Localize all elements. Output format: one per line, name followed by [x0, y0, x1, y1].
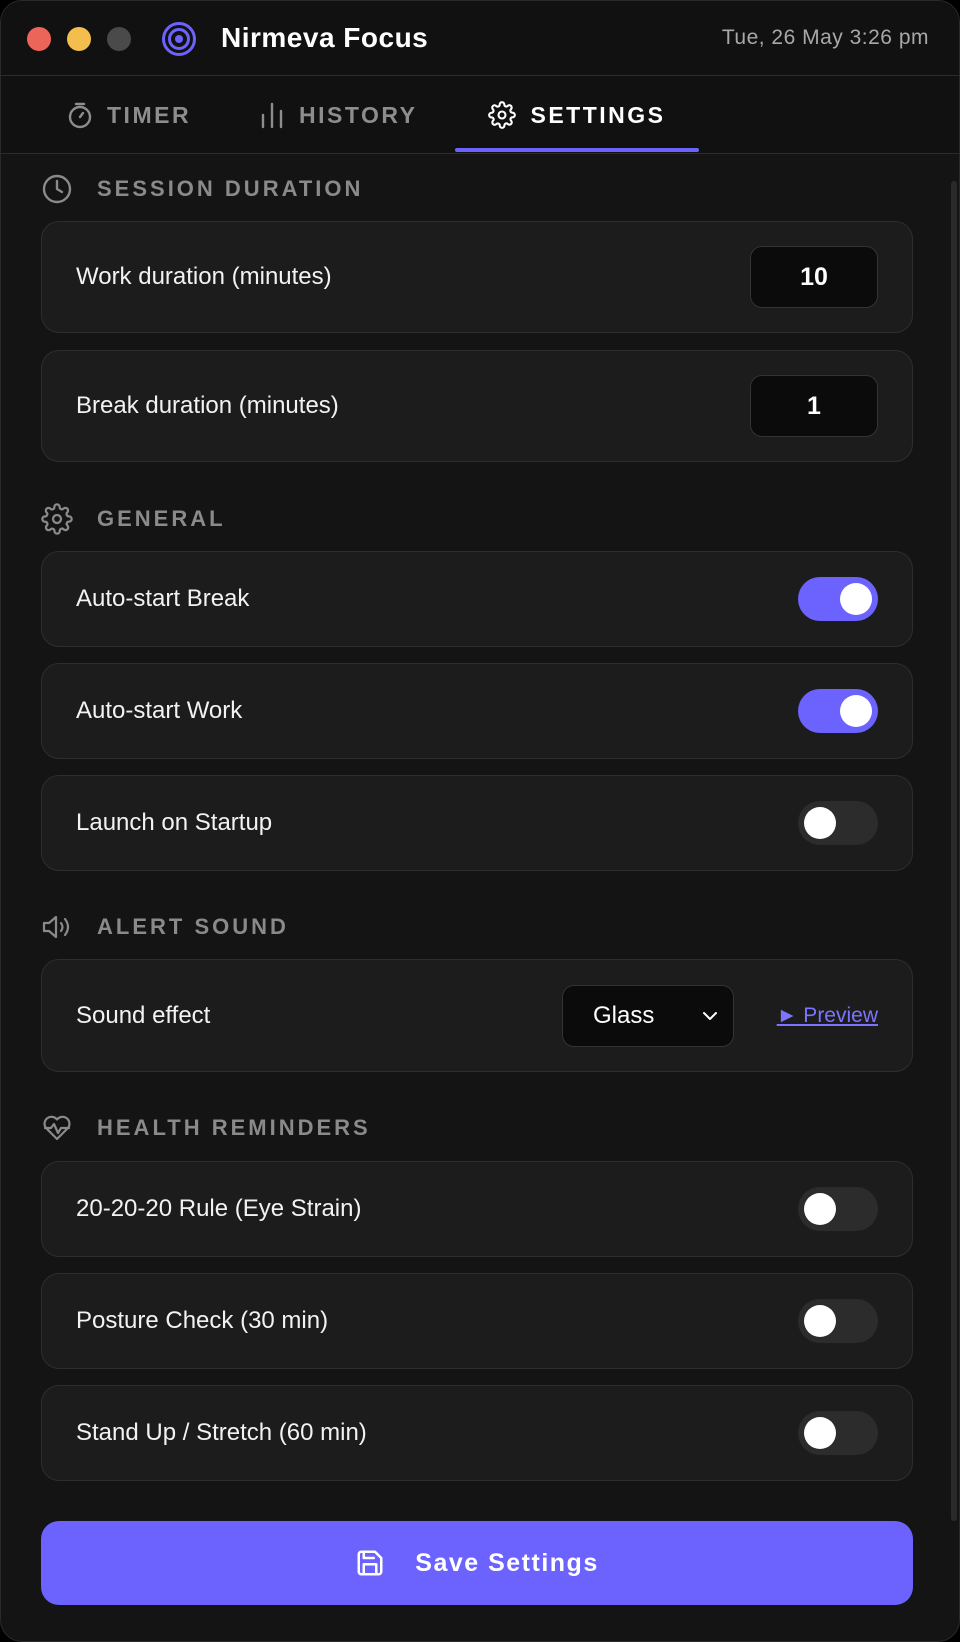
launch-on-startup-toggle[interactable] [798, 801, 878, 845]
section-title: SESSION DURATION [97, 176, 364, 201]
section-title: GENERAL [97, 506, 226, 531]
eye-strain-label: 20-20-20 Rule (Eye Strain) [76, 1195, 362, 1222]
section-header-session: SESSION DURATION [41, 172, 363, 206]
close-window-button[interactable] [27, 27, 51, 51]
tab-settings[interactable]: SETTINGS [455, 76, 699, 154]
active-tab-indicator [455, 148, 699, 152]
launch-on-startup-row: Launch on Startup [41, 775, 913, 871]
tab-history[interactable]: HISTORY [259, 76, 417, 154]
work-duration-input[interactable]: 10 [750, 246, 878, 308]
sound-effect-value: Glass [593, 1001, 655, 1029]
auto-start-break-row: Auto-start Break [41, 551, 913, 647]
posture-check-row: Posture Check (30 min) [41, 1273, 913, 1369]
launch-on-startup-label: Launch on Startup [76, 809, 273, 836]
tab-timer[interactable]: TIMER [67, 76, 191, 154]
stopwatch-icon [68, 102, 92, 129]
title-bar: Nirmeva Focus Tue, 26 May 3:26 pm [1, 1, 959, 76]
sound-effect-label: Sound effect [76, 1001, 211, 1029]
datetime-display: Tue, 26 May 3:26 pm [721, 26, 929, 49]
speaker-icon [42, 915, 70, 939]
gear-icon [488, 101, 517, 129]
auto-start-work-label: Auto-start Work [76, 697, 243, 724]
break-duration-row: Break duration (minutes) 1 [41, 350, 913, 462]
bar-chart-icon [261, 102, 283, 129]
clock-icon [42, 174, 72, 204]
work-duration-label: Work duration (minutes) [76, 263, 332, 290]
stand-up-label: Stand Up / Stretch (60 min) [76, 1419, 367, 1446]
app-title: Nirmeva Focus [221, 22, 429, 53]
section-title: HEALTH REMINDERS [97, 1115, 371, 1140]
section-header-general: GENERAL [41, 502, 226, 536]
app-window: Nirmeva Focus Tue, 26 May 3:26 pm TIMER … [0, 0, 960, 1642]
tab-settings-label: SETTINGS [530, 101, 666, 128]
auto-start-break-label: Auto-start Break [76, 585, 250, 612]
save-settings-button[interactable]: Save Settings [41, 1521, 913, 1605]
tab-bar: TIMER HISTORY SETTINGS [1, 76, 959, 154]
auto-start-work-toggle[interactable] [798, 689, 878, 733]
stand-up-toggle[interactable] [798, 1411, 878, 1455]
tab-timer-label: TIMER [107, 101, 192, 128]
preview-link[interactable]: ► Preview [777, 1004, 878, 1028]
section-title: ALERT SOUND [97, 914, 289, 939]
section-header-alert: ALERT SOUND [41, 910, 289, 944]
heart-pulse-icon [43, 1115, 71, 1141]
chevron-down-icon [703, 1011, 717, 1020]
sound-effect-select[interactable]: Glass [562, 984, 734, 1047]
tab-history-label: HISTORY [299, 101, 418, 128]
target-icon [162, 22, 196, 56]
stand-up-row: Stand Up / Stretch (60 min) [41, 1385, 913, 1481]
zoom-window-button[interactable] [107, 27, 131, 51]
auto-start-break-toggle[interactable] [798, 577, 878, 621]
sound-effect-row: Sound effect Glass ► Preview [41, 959, 913, 1072]
posture-check-label: Posture Check (30 min) [76, 1307, 329, 1334]
minimize-window-button[interactable] [67, 27, 91, 51]
save-icon [357, 1550, 383, 1576]
section-header-health: HEALTH REMINDERS [41, 1111, 371, 1145]
save-settings-label: Save Settings [415, 1548, 599, 1577]
eye-strain-row: 20-20-20 Rule (Eye Strain) [41, 1161, 913, 1257]
eye-strain-toggle[interactable] [798, 1187, 878, 1231]
work-duration-row: Work duration (minutes) 10 [41, 221, 913, 333]
auto-start-work-row: Auto-start Work [41, 663, 913, 759]
scrollbar[interactable] [951, 181, 957, 1521]
gear-icon [41, 503, 73, 535]
break-duration-label: Break duration (minutes) [76, 392, 339, 419]
posture-check-toggle[interactable] [798, 1299, 878, 1343]
break-duration-input[interactable]: 1 [750, 375, 878, 437]
